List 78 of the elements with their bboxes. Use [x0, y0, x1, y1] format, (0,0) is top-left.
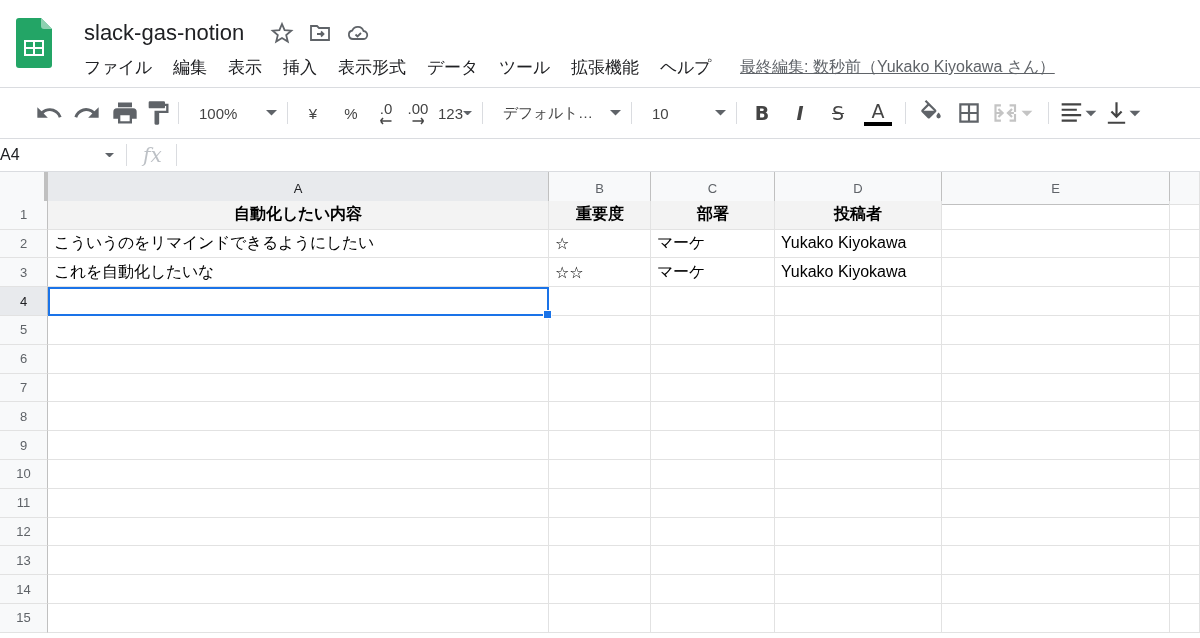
menu-item[interactable]: 編集 — [173, 54, 228, 81]
right-arrow-icon — [411, 117, 425, 125]
bold-button[interactable]: B — [743, 97, 782, 129]
menu-item[interactable]: 表示 — [228, 54, 283, 81]
menu-item[interactable]: ヘルプ — [660, 54, 732, 81]
row-header[interactable]: 10 — [0, 459, 48, 489]
empty-cell — [1170, 402, 1200, 432]
column-title-cell: 自動化したい内容 — [48, 200, 549, 230]
selected-cell[interactable] — [48, 287, 549, 316]
column-title-cell: 重要度 — [549, 200, 651, 230]
row-header[interactable]: 4 — [0, 287, 48, 316]
empty-cell — [1170, 575, 1200, 604]
strikethrough-button[interactable]: S — [819, 97, 858, 129]
menu-item[interactable]: ツール — [499, 54, 571, 81]
font-size-dropdown[interactable]: 10 — [638, 97, 731, 129]
row-header[interactable]: 5 — [0, 316, 48, 345]
currency-button[interactable]: ¥ — [294, 97, 332, 129]
empty-cell — [1170, 316, 1200, 345]
row-header[interactable]: 12 — [0, 517, 48, 547]
row-header[interactable]: 3 — [0, 258, 48, 288]
row-header[interactable]: 6 — [0, 344, 48, 374]
function-label: fx — [140, 143, 163, 167]
table-cell: ☆☆ — [549, 258, 651, 288]
row-header[interactable]: 14 — [0, 575, 48, 604]
empty-cell — [1170, 431, 1200, 460]
table-cell: マーケ — [651, 229, 775, 259]
row-header[interactable]: 7 — [0, 373, 48, 403]
menu-item[interactable]: 拡張機能 — [571, 54, 660, 81]
name-box[interactable]: A4 — [0, 142, 120, 168]
document-title[interactable]: slack-gas-notion — [84, 20, 245, 46]
menu-item[interactable]: データ — [427, 54, 499, 81]
empty-cell — [1170, 258, 1200, 288]
menu-item[interactable]: ファイル — [84, 54, 173, 81]
column-title-cell: 投稿者 — [775, 200, 942, 230]
empty-cell — [1170, 373, 1200, 403]
percent-button[interactable]: % — [332, 97, 370, 129]
row-header[interactable]: 9 — [0, 431, 48, 460]
caret-icon — [266, 110, 277, 116]
row-header[interactable]: 2 — [0, 229, 48, 259]
column-header[interactable]: E — [942, 172, 1170, 205]
row-header[interactable]: 11 — [0, 488, 48, 518]
table-cell: Yukako Kiyokawa — [775, 258, 942, 288]
row-header[interactable]: 8 — [0, 402, 48, 432]
table-cell: こういうのをリマインドできるようにしたい — [48, 229, 549, 259]
caret-icon — [463, 110, 473, 116]
column-title-cell: 部署 — [651, 200, 775, 230]
italic-button[interactable]: I — [781, 97, 820, 129]
table-cell: ☆ — [549, 229, 651, 259]
empty-cell — [1170, 517, 1200, 547]
empty-cell — [1170, 488, 1200, 518]
star-icon[interactable] — [270, 21, 295, 45]
empty-cell — [1170, 344, 1200, 374]
row-header: 1 — [0, 200, 48, 230]
zoom-dropdown[interactable]: 100% — [185, 97, 281, 129]
text-color-button[interactable]: A — [857, 97, 900, 129]
left-arrow-icon — [379, 117, 393, 125]
caret-icon — [610, 110, 622, 116]
empty-cell — [1170, 287, 1200, 316]
increase-decimal-button[interactable]: .00 — [402, 97, 434, 129]
table-cell: マーケ — [651, 258, 775, 288]
row-header[interactable]: 15 — [0, 603, 48, 633]
caret-icon — [105, 152, 114, 158]
fill-handle[interactable] — [543, 310, 552, 319]
table-cell: Yukako Kiyokawa — [775, 229, 942, 259]
sheets-logo-icon[interactable] — [16, 18, 52, 68]
menu-item[interactable]: 表示形式 — [338, 54, 427, 81]
last-edit-link[interactable]: 最終編集: 数秒前（Yukako Kiyokawa さん） — [740, 57, 1055, 78]
row-header[interactable]: 13 — [0, 546, 48, 576]
empty-cell — [1170, 459, 1200, 489]
caret-icon — [715, 110, 727, 116]
empty-cell — [1170, 546, 1200, 576]
empty-cell — [1170, 603, 1200, 633]
decrease-decimal-button[interactable]: .0 — [370, 97, 402, 129]
more-formats-button[interactable]: 123 — [434, 97, 477, 129]
empty-cell — [1170, 229, 1200, 259]
table-cell: これを自動化したいな — [48, 258, 549, 288]
font-dropdown[interactable]: デフォルト… — [489, 97, 626, 129]
menu-item[interactable]: 挿入 — [283, 54, 338, 81]
